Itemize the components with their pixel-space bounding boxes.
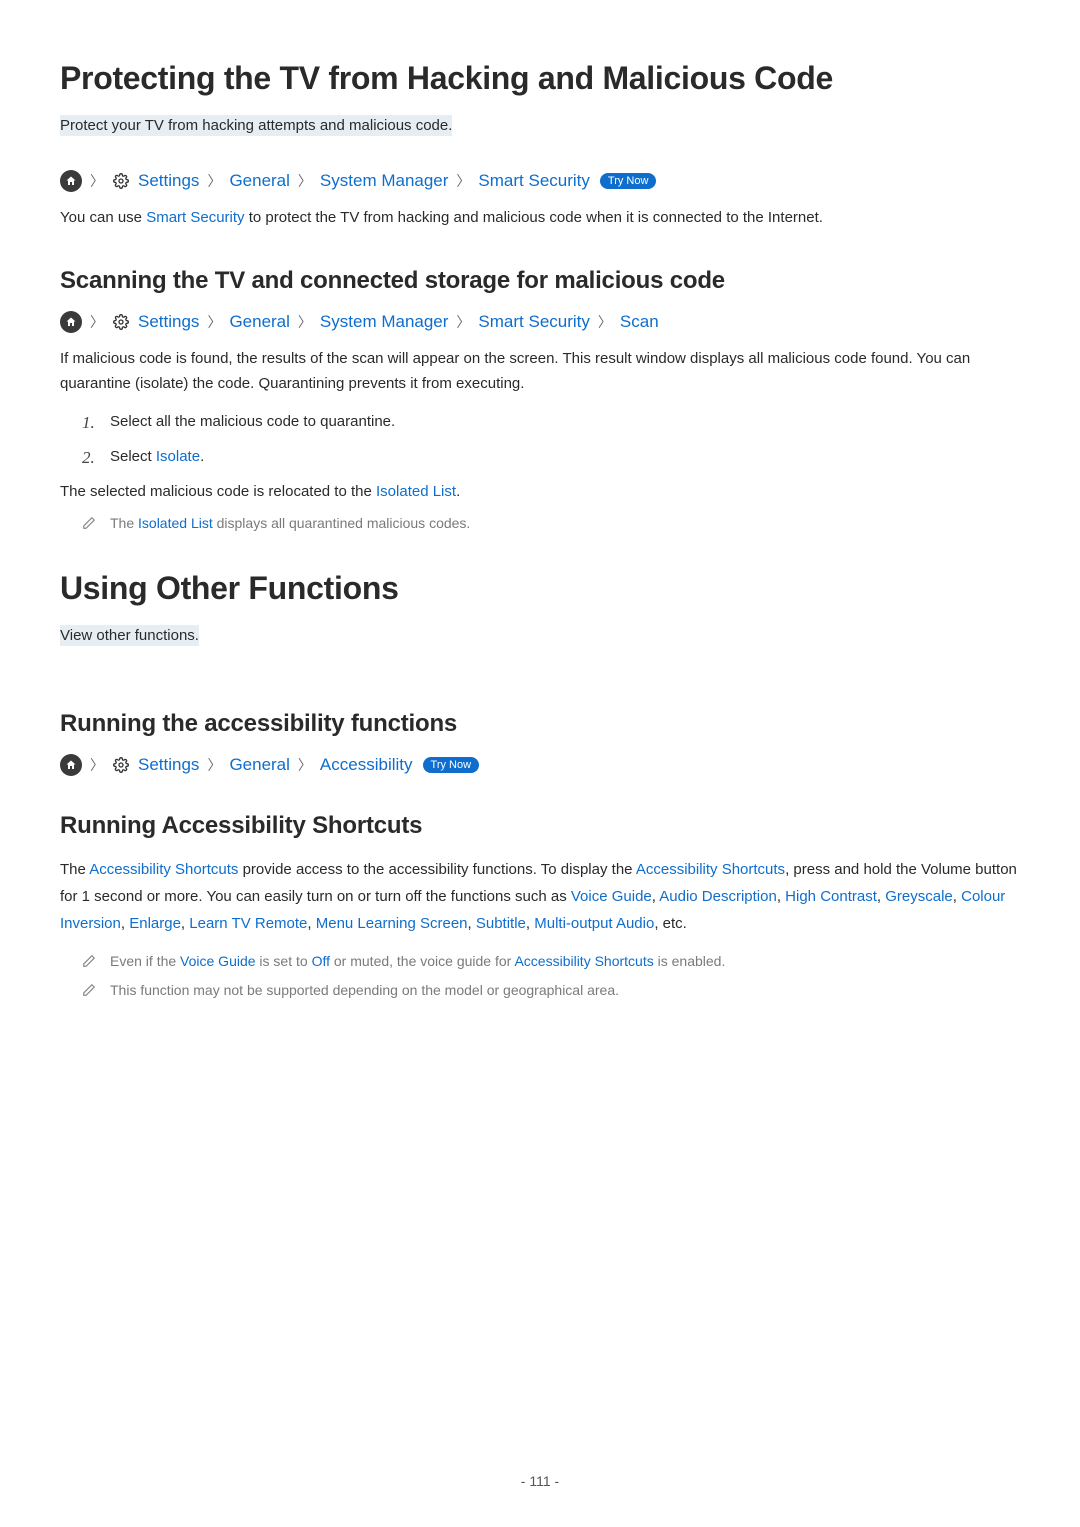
breadcrumb-accessibility: 〉 Settings 〉 General 〉 Accessibility Try… xyxy=(60,754,1020,776)
home-icon xyxy=(60,170,82,192)
subtitle-link[interactable]: Subtitle xyxy=(476,915,526,932)
pencil-icon xyxy=(82,982,96,996)
pencil-icon xyxy=(82,953,96,967)
accessibility-shortcuts-link[interactable]: Accessibility Shortcuts xyxy=(636,861,785,878)
chevron-right-icon: 〉 xyxy=(207,755,221,775)
page-title: Protecting the TV from Hacking and Malic… xyxy=(60,60,1020,97)
subsection-heading-scanning: Scanning the TV and connected storage fo… xyxy=(60,267,1020,295)
home-icon xyxy=(60,311,82,333)
isolate-link[interactable]: Isolate xyxy=(156,448,200,465)
isolated-list-link[interactable]: Isolated List xyxy=(138,515,213,531)
note-isolated-list: The Isolated List displays all quarantin… xyxy=(82,513,1020,534)
step-2: Select Isolate. xyxy=(82,443,1020,470)
breadcrumb-scan-link[interactable]: Scan xyxy=(620,312,659,332)
subsection-heading-accessibility: Running the accessibility functions xyxy=(60,710,1020,738)
page-title-other-functions: Using Other Functions xyxy=(60,570,1020,607)
chevron-right-icon: 〉 xyxy=(90,312,104,332)
breadcrumb-system-manager[interactable]: System Manager xyxy=(320,312,449,332)
chevron-right-icon: 〉 xyxy=(598,312,612,332)
breadcrumb-accessibility-link[interactable]: Accessibility xyxy=(320,755,413,775)
chevron-right-icon: 〉 xyxy=(456,171,470,191)
section2-result: The selected malicious code is relocated… xyxy=(60,480,1020,505)
isolated-list-link[interactable]: Isolated List xyxy=(376,483,456,500)
breadcrumb-system-manager[interactable]: System Manager xyxy=(320,171,449,191)
breadcrumb-scan: 〉 Settings 〉 General 〉 System Manager 〉 … xyxy=(60,311,1020,333)
gear-icon xyxy=(112,756,130,774)
steps-list: Select all the malicious code to quarant… xyxy=(82,408,1020,470)
section-subtitle: View other functions. xyxy=(60,625,199,646)
chevron-right-icon: 〉 xyxy=(298,312,312,332)
chevron-right-icon: 〉 xyxy=(90,171,104,191)
breadcrumb-smart-security-link[interactable]: Smart Security xyxy=(478,171,589,191)
chevron-right-icon: 〉 xyxy=(456,312,470,332)
breadcrumb-general[interactable]: General xyxy=(229,312,289,332)
breadcrumb-smart-security: 〉 Settings 〉 General 〉 System Manager 〉 … xyxy=(60,170,1020,192)
chevron-right-icon: 〉 xyxy=(207,312,221,332)
menu-learning-screen-link[interactable]: Menu Learning Screen xyxy=(316,915,468,932)
note-support: This function may not be supported depen… xyxy=(82,980,1020,1001)
breadcrumb-general[interactable]: General xyxy=(229,755,289,775)
chevron-right-icon: 〉 xyxy=(207,171,221,191)
home-icon xyxy=(60,754,82,776)
pencil-icon xyxy=(82,515,96,529)
gear-icon xyxy=(112,313,130,331)
try-now-badge[interactable]: Try Now xyxy=(600,173,657,189)
multi-output-audio-link[interactable]: Multi-output Audio xyxy=(534,915,654,932)
breadcrumb-smart-security-link[interactable]: Smart Security xyxy=(478,312,589,332)
try-now-badge[interactable]: Try Now xyxy=(423,757,480,773)
step-1: Select all the malicious code to quarant… xyxy=(82,408,1020,435)
gear-icon xyxy=(112,172,130,190)
chevron-right-icon: 〉 xyxy=(90,755,104,775)
chevron-right-icon: 〉 xyxy=(298,171,312,191)
learn-tv-remote-link[interactable]: Learn TV Remote xyxy=(189,915,307,932)
breadcrumb-settings[interactable]: Settings xyxy=(138,171,199,191)
note-voice-guide: Even if the Voice Guide is set to Off or… xyxy=(82,951,1020,972)
section5-description: The Accessibility Shortcuts provide acce… xyxy=(60,856,1020,937)
section2-description: If malicious code is found, the results … xyxy=(60,347,1020,397)
voice-guide-link[interactable]: Voice Guide xyxy=(180,953,256,969)
subsection-heading-shortcuts: Running Accessibility Shortcuts xyxy=(60,812,1020,840)
voice-guide-link[interactable]: Voice Guide xyxy=(571,888,652,905)
accessibility-shortcuts-link[interactable]: Accessibility Shortcuts xyxy=(89,861,238,878)
page-number: - 111 - xyxy=(0,1473,1080,1489)
off-link[interactable]: Off xyxy=(312,953,330,969)
accessibility-shortcuts-link[interactable]: Accessibility Shortcuts xyxy=(514,953,653,969)
greyscale-link[interactable]: Greyscale xyxy=(885,888,953,905)
section1-description: You can use Smart Security to protect th… xyxy=(60,206,1020,231)
breadcrumb-settings[interactable]: Settings xyxy=(138,755,199,775)
smart-security-link[interactable]: Smart Security xyxy=(146,209,244,226)
breadcrumb-settings[interactable]: Settings xyxy=(138,312,199,332)
audio-description-link[interactable]: Audio Description xyxy=(659,888,777,905)
chevron-right-icon: 〉 xyxy=(298,755,312,775)
enlarge-link[interactable]: Enlarge xyxy=(129,915,181,932)
breadcrumb-general[interactable]: General xyxy=(229,171,289,191)
section-subtitle: Protect your TV from hacking attempts an… xyxy=(60,115,452,136)
high-contrast-link[interactable]: High Contrast xyxy=(785,888,877,905)
